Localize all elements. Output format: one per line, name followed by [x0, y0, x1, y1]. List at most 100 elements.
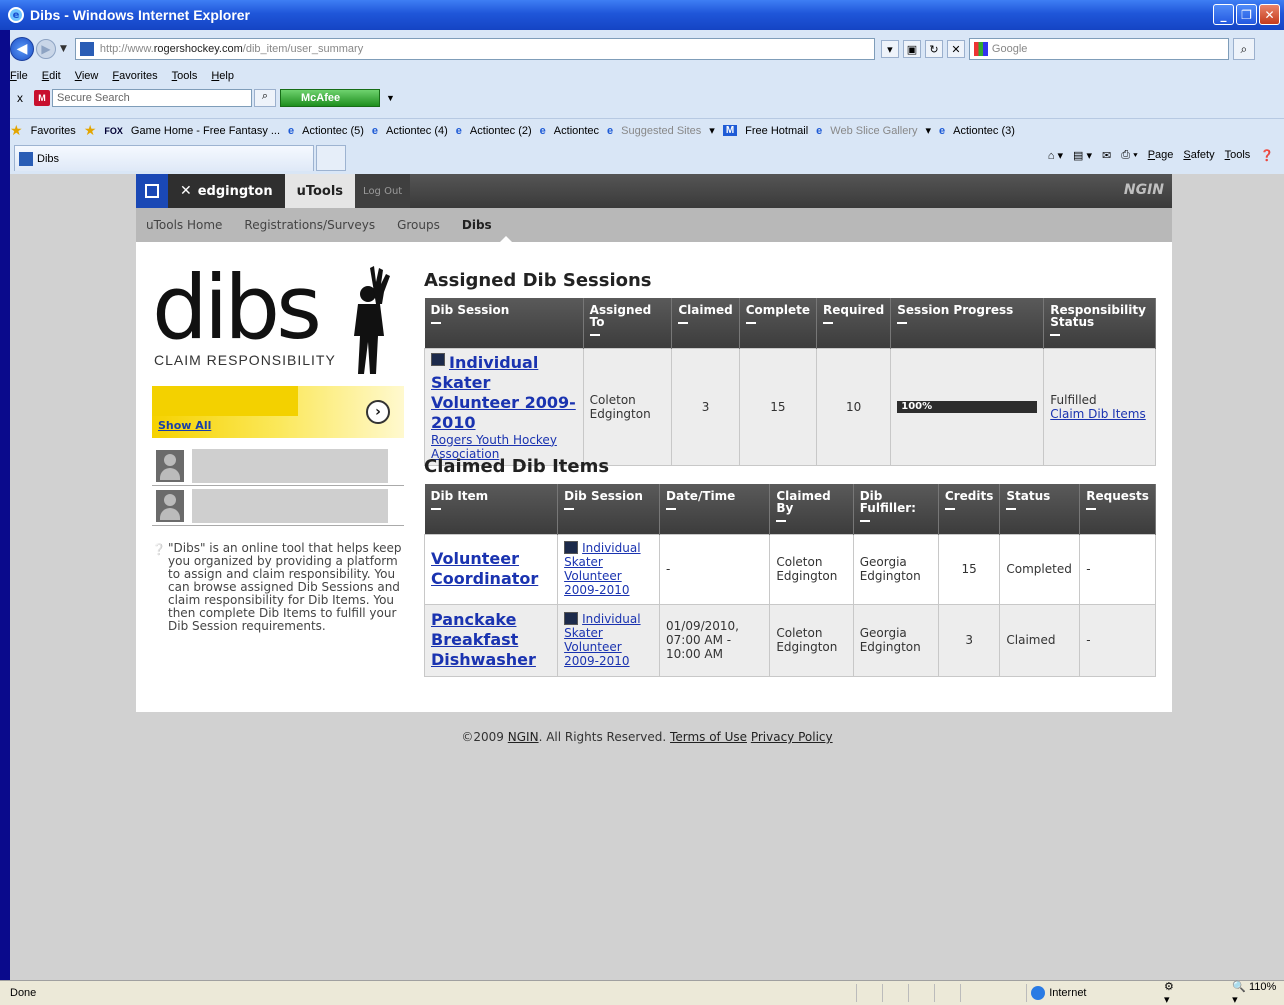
mcafee-dropdown-icon[interactable]: ▼ — [386, 93, 395, 103]
ngin-home-icon[interactable] — [136, 174, 168, 208]
mcafee-shield-icon[interactable]: M — [34, 90, 50, 106]
show-all-link[interactable]: Show All — [158, 419, 211, 432]
tab-dibs[interactable]: Dibs — [14, 145, 314, 171]
next-arrow-icon[interactable]: › — [366, 400, 390, 424]
address-bar[interactable]: http://www. rogershockey.com/dib_item/use… — [74, 38, 875, 60]
fav-item-8[interactable]: Actiontec (3) — [953, 125, 1015, 137]
safety-menu[interactable]: Safety — [1183, 149, 1214, 162]
stop-icon[interactable]: ✕ — [946, 40, 965, 58]
col-requests[interactable]: Requests — [1079, 484, 1156, 534]
search-icon[interactable]: ⌕ — [1232, 38, 1255, 60]
status-cells — [856, 984, 986, 1002]
favorites-star-icon[interactable]: ★ — [10, 122, 23, 139]
home-icon[interactable]: ⌂ ▾ — [1048, 149, 1063, 162]
people-list — [152, 446, 404, 526]
address-dropdown-icon[interactable]: ▾ — [880, 40, 899, 58]
help-question-icon: ❔ — [152, 543, 166, 556]
fav-item-6[interactable]: Free Hotmail — [745, 125, 808, 137]
menu-help[interactable]: Help — [211, 70, 234, 86]
fav-item-4[interactable]: Actiontec — [554, 125, 599, 137]
dropdown-icon[interactable]: ▾ — [925, 124, 931, 137]
menu-tools[interactable]: Tools — [172, 70, 198, 86]
col-dib-fulfiller[interactable]: Dib Fulfiller: — [853, 484, 939, 534]
menu-file[interactable]: File — [10, 70, 28, 86]
page-menu[interactable]: Page — [1148, 149, 1174, 162]
recent-pages-dropdown[interactable]: ▼ — [60, 44, 67, 54]
subnav-groups[interactable]: Groups — [397, 218, 440, 232]
col-complete[interactable]: Complete — [739, 298, 817, 348]
dropdown-icon[interactable]: ▾ — [709, 124, 715, 137]
refresh-icon[interactable]: ↻ — [924, 40, 943, 58]
fav-item-0[interactable]: Game Home - Free Fantasy ... — [131, 125, 280, 137]
session-icon — [564, 612, 579, 625]
col-dib-item[interactable]: Dib Item — [424, 484, 559, 534]
add-favorite-icon[interactable]: ★ — [84, 122, 97, 139]
col-date-time[interactable]: Date/Time — [659, 484, 771, 534]
col-dib-session[interactable]: Dib Session — [557, 484, 661, 534]
subnav-dibs[interactable]: Dibs — [462, 218, 492, 232]
protected-mode-icon[interactable]: ⚙ ▾ — [1164, 980, 1182, 1005]
close-window-button[interactable]: ✕ — [1259, 4, 1280, 25]
logout-link[interactable]: Log Out — [355, 174, 411, 208]
col-credits[interactable]: Credits — [938, 484, 1001, 534]
maximize-button[interactable]: ❐ — [1236, 4, 1257, 25]
mcafee-button[interactable]: McAfee — [280, 89, 380, 107]
list-item[interactable] — [152, 446, 404, 486]
ngin-link[interactable]: NGIN — [508, 730, 539, 744]
menu-favorites[interactable]: Favorites — [112, 70, 157, 86]
search-placeholder: Google — [991, 43, 1028, 55]
fav-item-2[interactable]: Actiontec (4) — [386, 125, 448, 137]
search-input[interactable]: Google — [968, 38, 1229, 60]
security-zone[interactable]: Internet — [1026, 984, 1164, 1002]
col-claimed-by[interactable]: Claimed By — [769, 484, 854, 534]
fav-item-7[interactable]: Web Slice Gallery — [830, 125, 917, 137]
status-bar: Done Internet ⚙ ▾ 🔍 110% ▾ — [0, 980, 1284, 1005]
menu-view[interactable]: View — [75, 70, 99, 86]
tab-label: Dibs — [37, 152, 60, 165]
back-button[interactable]: ◀ — [10, 37, 34, 61]
fav-item-3[interactable]: Actiontec (2) — [470, 125, 532, 137]
col-assigned-to[interactable]: Assigned To — [583, 298, 673, 348]
tools-menu[interactable]: Tools — [1225, 149, 1251, 162]
mail-icon[interactable]: ✉ — [1102, 149, 1111, 162]
dib-item-link[interactable]: Panckake Breakfast Dishwasher — [431, 610, 536, 669]
col-dib-session[interactable]: Dib Session — [424, 298, 584, 348]
terms-link[interactable]: Terms of Use — [670, 730, 747, 744]
zoom-level[interactable]: 🔍 110% ▾ — [1232, 980, 1284, 1005]
claim-dib-items-link[interactable]: Claim Dib Items — [1050, 407, 1145, 421]
progress-label: 100% — [901, 400, 933, 412]
help-icon[interactable]: ❓ — [1260, 149, 1274, 162]
menu-edit[interactable]: Edit — [42, 70, 61, 86]
print-icon[interactable]: ⎙ ▾ — [1121, 149, 1137, 162]
new-tab-button[interactable] — [316, 145, 346, 171]
col-status[interactable]: Status — [999, 484, 1081, 534]
col-claimed[interactable]: Claimed — [671, 298, 740, 348]
fav-item-5[interactable]: Suggested Sites — [621, 125, 701, 137]
col-session-progress[interactable]: Session Progress — [890, 298, 1045, 348]
subnav-utools-home[interactable]: uTools Home — [146, 218, 222, 232]
forward-button[interactable]: ▶ — [36, 39, 56, 59]
col-responsibility-status[interactable]: Responsibility Status — [1043, 298, 1156, 348]
feeds-icon[interactable]: ▤ ▾ — [1073, 149, 1092, 162]
list-item[interactable] — [152, 486, 404, 526]
minimize-button[interactable]: _ — [1213, 4, 1234, 25]
window-title: Dibs - Windows Internet Explorer — [30, 7, 251, 23]
datetime-cell: - — [659, 533, 771, 605]
subnav-registrations[interactable]: Registrations/Surveys — [244, 218, 375, 232]
tab-favicon — [19, 151, 33, 166]
close-toolbar-icon[interactable]: x — [10, 91, 30, 105]
utools-tab[interactable]: uTools — [284, 174, 356, 208]
user-menu[interactable]: ✕ edgington — [168, 174, 285, 208]
window-border — [0, 30, 10, 980]
col-required[interactable]: Required — [816, 298, 892, 348]
session-link[interactable]: Individual Skater Volunteer 2009-2010 — [431, 353, 576, 432]
fav-item-1[interactable]: Actiontec (5) — [302, 125, 364, 137]
ie-page-icon: e — [607, 124, 614, 137]
item-cell: Panckake Breakfast Dishwasher — [423, 603, 559, 677]
secure-search-input[interactable]: Secure Search — [52, 89, 252, 107]
dib-item-link[interactable]: Volunteer Coordinator — [431, 549, 538, 588]
favorites-button[interactable]: Favorites — [31, 125, 76, 137]
secure-search-button[interactable]: ⌕ — [254, 89, 276, 107]
privacy-link[interactable]: Privacy Policy — [751, 730, 833, 744]
compatibility-icon[interactable]: ▣ — [902, 40, 921, 58]
